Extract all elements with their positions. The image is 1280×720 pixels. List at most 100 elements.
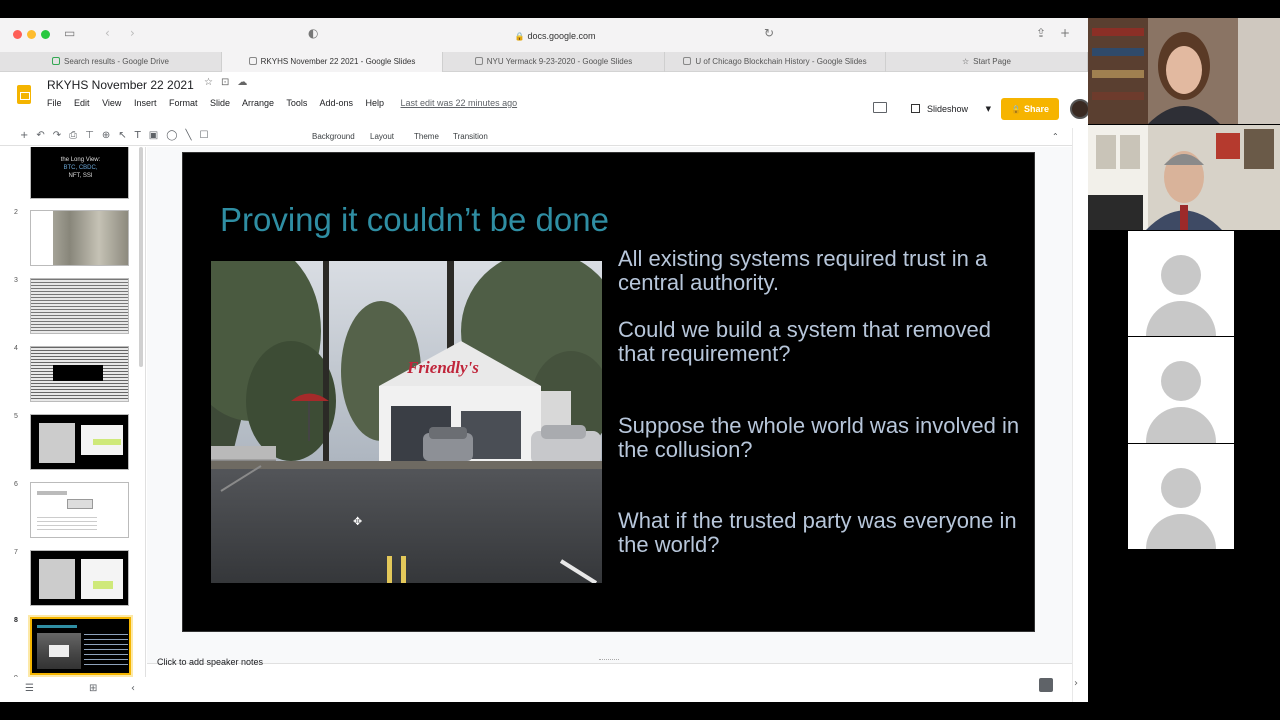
tab-uchicago-slides[interactable]: U of Chicago Blockchain History - Google… — [665, 52, 886, 72]
slideshow-button[interactable]: Slideshow ▼ — [903, 98, 995, 120]
paint-format-icon[interactable]: ⊤ — [85, 130, 102, 141]
select-icon[interactable]: ↖ — [118, 130, 134, 141]
slides-logo-icon[interactable] — [17, 85, 31, 104]
close-window-button[interactable] — [13, 30, 22, 39]
filmstrip-scrollbar[interactable] — [139, 147, 143, 367]
menu-addons[interactable]: Add-ons — [319, 98, 353, 108]
participant-video-1[interactable] — [1088, 18, 1280, 124]
slide-number: 7 — [14, 549, 18, 556]
comment-history-icon[interactable] — [873, 102, 887, 113]
back-icon[interactable]: ‹ — [105, 26, 110, 40]
slide-thumbnail-1[interactable]: the Long View: BTC, CBDC, NFT, SSI — [30, 147, 129, 199]
add-comment-icon[interactable]: ☐ — [199, 130, 216, 141]
zoom-icon[interactable]: ⊕ — [102, 130, 118, 141]
thumb-text-block — [37, 515, 97, 533]
transition-button[interactable]: Transition — [453, 132, 488, 141]
browser-toolbar: ▭ ‹ › ◐ 🔒 docs.google.com ↻ ⇪ + — [0, 18, 1088, 52]
menu-edit[interactable]: Edit — [74, 98, 90, 108]
current-slide[interactable]: Proving it couldn’t be done Friendly's ✥… — [182, 152, 1035, 632]
menu-tools[interactable]: Tools — [286, 98, 307, 108]
menu-help[interactable]: Help — [365, 98, 384, 108]
video-call-panel — [1088, 18, 1280, 549]
slide-thumbnail-8-selected[interactable] — [30, 617, 131, 675]
browser-window: ▭ ‹ › ◐ 🔒 docs.google.com ↻ ⇪ + Search re… — [0, 18, 1088, 702]
share-button[interactable]: 🔒 Share — [1001, 98, 1059, 120]
participant-tile-5[interactable] — [1088, 444, 1280, 549]
reload-icon[interactable]: ↻ — [764, 26, 774, 40]
grid-view-icon[interactable]: ⊞ — [89, 683, 97, 694]
thumb-title — [37, 625, 77, 628]
explore-icon[interactable] — [1039, 678, 1053, 692]
star-icon[interactable]: ☆ — [204, 77, 221, 88]
collapse-toolbar-icon[interactable]: ⌃ — [1052, 132, 1059, 141]
title-actions: ☆⊡☁ — [204, 77, 255, 88]
tab-start-page[interactable]: ☆ Start Page — [886, 52, 1088, 72]
screen: ▭ ‹ › ◐ 🔒 docs.google.com ↻ ⇪ + Search re… — [0, 0, 1280, 720]
line-icon[interactable]: ╲ — [185, 130, 199, 141]
slide-number: 5 — [14, 413, 18, 420]
slideshow-dropdown-icon[interactable]: ▼ — [986, 98, 991, 120]
slide-thumbnail-5[interactable] — [30, 414, 129, 470]
menu-format[interactable]: Format — [169, 98, 198, 108]
bullet-3: Suppose the whole world was involved in … — [618, 413, 1020, 462]
minimize-window-button[interactable] — [27, 30, 36, 39]
theme-button[interactable]: Theme — [414, 132, 439, 141]
thumb-highlight — [93, 581, 113, 589]
avatar-head — [1161, 255, 1201, 295]
document-title[interactable]: RKYHS November 22 2021 — [47, 78, 194, 92]
zoom-window-button[interactable] — [41, 30, 50, 39]
notes-resize-handle[interactable] — [599, 659, 619, 661]
image-icon[interactable]: ▣ — [149, 130, 166, 141]
layout-button[interactable]: Layout — [370, 132, 394, 141]
expand-side-panel-icon[interactable]: › — [1074, 678, 1078, 689]
slide-thumbnail-2[interactable] — [30, 210, 129, 266]
tab-nyu-slides[interactable]: NYU Yermack 9-23-2020 - Google Slides — [443, 52, 665, 72]
cloud-status-icon[interactable]: ☁ — [237, 77, 255, 88]
speaker-notes-field[interactable]: Click to add speaker notes — [157, 657, 263, 667]
present-icon — [911, 104, 920, 113]
tab-rkyhs-slides[interactable]: RKYHS November 22 2021 - Google Slides — [222, 52, 443, 72]
slide-thumbnail-3[interactable] — [30, 278, 129, 334]
menu-arrange[interactable]: Arrange — [242, 98, 274, 108]
privacy-shield-icon[interactable]: ◐ — [308, 26, 318, 40]
participant-tile-3[interactable] — [1088, 231, 1280, 336]
new-tab-icon[interactable]: + — [1060, 26, 1070, 40]
share-sheet-icon[interactable]: ⇪ — [1036, 26, 1046, 40]
collapse-panel-icon[interactable]: ‹ — [131, 683, 135, 694]
sidebar-toggle-icon[interactable]: ▭ — [64, 26, 75, 40]
last-edit-link[interactable]: Last edit was 22 minutes ago — [401, 98, 518, 108]
forward-icon[interactable]: › — [130, 26, 135, 40]
friendlys-photo[interactable]: Friendly's ✥ — [211, 261, 602, 583]
slide-thumbnail-4[interactable] — [30, 346, 129, 402]
participant-1-image — [1088, 18, 1280, 124]
move-folder-icon[interactable]: ⊡ — [221, 77, 237, 88]
text-box-icon[interactable]: T — [135, 130, 149, 141]
address-bar[interactable]: 🔒 docs.google.com — [330, 26, 780, 46]
participant-video-2[interactable] — [1088, 125, 1280, 230]
print-icon[interactable]: ⎙ — [69, 130, 85, 141]
notes-divider — [147, 663, 1072, 664]
menu-view[interactable]: View — [102, 98, 121, 108]
tab-drive-search[interactable]: Search results - Google Drive — [0, 52, 222, 72]
formatting-toolbar: +↶↷⎙⊤⊕↖T▣◯╲☐ Background Layout Theme Tra… — [0, 128, 1088, 146]
slide-number: 2 — [14, 209, 18, 216]
slideshow-label: Slideshow — [927, 104, 969, 114]
slides-header: RKYHS November 22 2021 ☆⊡☁ File Edit Vie… — [0, 72, 1088, 128]
background-button[interactable]: Background — [312, 132, 355, 141]
new-slide-icon[interactable]: + — [20, 130, 36, 141]
slide-title[interactable]: Proving it couldn’t be done — [220, 201, 609, 239]
thumb-line: BTC, CBDC, — [63, 165, 98, 171]
slide-thumbnail-7[interactable] — [30, 550, 129, 606]
account-avatar[interactable] — [1070, 99, 1088, 119]
redo-icon[interactable]: ↷ — [53, 130, 69, 141]
avatar-body — [1146, 301, 1216, 336]
menu-slide[interactable]: Slide — [210, 98, 230, 108]
undo-icon[interactable]: ↶ — [36, 130, 52, 141]
shape-icon[interactable]: ◯ — [166, 130, 185, 141]
participant-tile-4[interactable] — [1088, 337, 1280, 443]
slide-thumbnail-6[interactable] — [30, 482, 129, 538]
thumb-image — [39, 559, 75, 599]
menu-insert[interactable]: Insert — [134, 98, 157, 108]
filmstrip-view-icon[interactable]: ☰ — [25, 683, 34, 694]
menu-file[interactable]: File — [47, 98, 62, 108]
